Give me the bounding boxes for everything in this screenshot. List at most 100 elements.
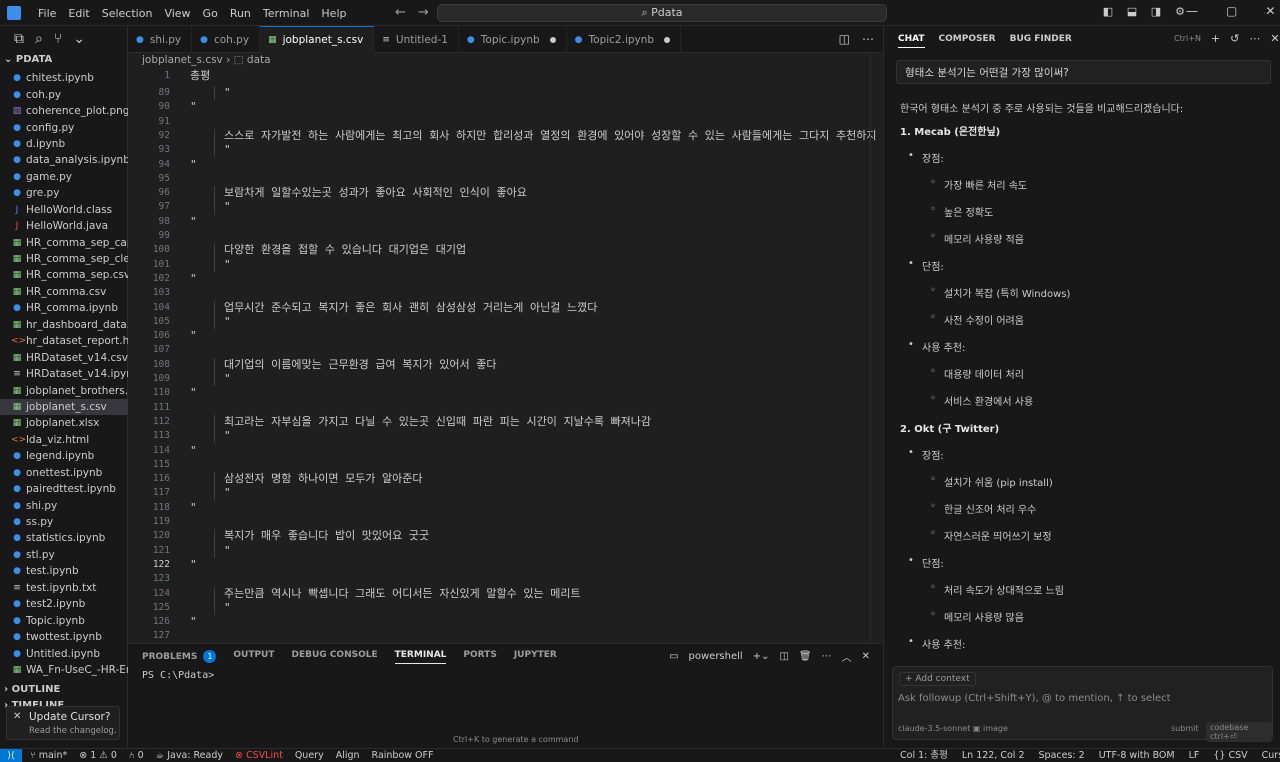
explorer-file-item[interactable]: ≡ test.ipynb.txt xyxy=(0,580,128,596)
maximize-icon[interactable]: ▢ xyxy=(1226,4,1237,18)
explorer-file-item[interactable]: ● gre.py xyxy=(0,185,128,201)
close-window-icon[interactable]: ✕ xyxy=(1265,4,1275,18)
explorer-file-item[interactable]: ▦ HRDataset_v14.csv xyxy=(0,349,128,365)
explorer-file-item[interactable]: ▦ jobplanet.xlsx xyxy=(0,415,128,431)
search-view-icon[interactable]: ⌕ xyxy=(35,31,43,47)
new-chat-plus-icon[interactable]: + xyxy=(1211,32,1220,45)
tab-bug-finder[interactable]: BUG FINDER xyxy=(1010,34,1072,48)
user-question[interactable]: 형태소 분석기는 어떤걸 가장 많이써? xyxy=(896,60,1271,84)
editor-tab[interactable]: ≡ Untitled-1 xyxy=(374,26,459,53)
menu-view[interactable]: View xyxy=(158,7,196,20)
explorer-file-item[interactable]: J HelloWorld.java xyxy=(0,218,128,234)
tab-chat[interactable]: CHAT xyxy=(898,34,925,48)
code-line[interactable]: 118 " xyxy=(128,501,882,515)
code-line[interactable]: 115 xyxy=(128,458,882,472)
model-selector[interactable]: claude-3.5-sonnet ▣ image xyxy=(898,724,1008,733)
explorer-root-header[interactable]: ⌄ PDATA xyxy=(0,54,128,68)
indentation-status[interactable]: Spaces: 2 xyxy=(1039,749,1085,762)
explorer-file-item[interactable]: ● config.py xyxy=(0,119,128,135)
trash-icon[interactable]: 🗑 xyxy=(799,651,812,662)
menu-go[interactable]: Go xyxy=(197,7,224,20)
toggle-panel-icon[interactable]: ⬓ xyxy=(1124,4,1140,20)
code-line[interactable]: 91 xyxy=(128,115,882,129)
code-line[interactable]: 93 " xyxy=(128,143,882,158)
split-editor-icon[interactable]: ◫ xyxy=(839,32,850,46)
chevron-down-icon[interactable]: ⌄ xyxy=(73,31,85,47)
java-status[interactable]: ☕ Java: Ready xyxy=(156,749,223,762)
explorer-file-item[interactable]: ≡ HRDataset_v14.ipynb.... xyxy=(0,366,128,382)
menu-help[interactable]: Help xyxy=(315,7,352,20)
tab-composer[interactable]: COMPOSER xyxy=(939,34,996,48)
split-terminal-icon[interactable]: ◫ xyxy=(779,651,788,662)
forward-arrow-icon[interactable]: → xyxy=(418,5,429,20)
encoding-status[interactable]: UTF-8 with BOM xyxy=(1099,749,1175,762)
explorer-file-item[interactable]: ● statistics.ipynb xyxy=(0,530,128,546)
editor-scrollbar[interactable] xyxy=(870,53,882,643)
explorer-file-item[interactable]: ▦ HR_comma.csv xyxy=(0,284,128,300)
code-line[interactable]: 94 " xyxy=(128,158,882,172)
back-arrow-icon[interactable]: ← xyxy=(395,5,406,20)
code-line[interactable]: 116 삼성전자 명함 하나이면 모두가 알아준다 xyxy=(128,472,882,487)
menu-run[interactable]: Run xyxy=(224,7,257,20)
minimize-icon[interactable]: — xyxy=(1186,4,1198,18)
source-control-icon[interactable]: ⑂ xyxy=(54,31,62,47)
code-line[interactable]: 106 " xyxy=(128,329,882,343)
maximize-panel-icon[interactable]: ︿ xyxy=(842,649,852,664)
editor-tab[interactable]: ● coh.py xyxy=(192,26,261,53)
code-line[interactable]: 119 xyxy=(128,515,882,529)
explorer-file-item[interactable]: ● twottest.ipynb xyxy=(0,629,128,645)
followup-input[interactable]: Ask followup (Ctrl+Shift+Y), @ to mentio… xyxy=(898,693,1171,704)
code-line[interactable]: 113 " xyxy=(128,429,882,444)
submit-button[interactable]: submit xyxy=(1171,724,1198,733)
toggle-sidebar-icon[interactable]: ◧ xyxy=(1100,4,1116,20)
menu-edit[interactable]: Edit xyxy=(62,7,95,20)
rainbow-toggle[interactable]: Rainbow OFF xyxy=(372,749,434,762)
explorer-file-item[interactable]: ● ss.py xyxy=(0,514,128,530)
tab-problems[interactable]: PROBLEMS 1 xyxy=(142,650,217,664)
update-toast[interactable]: ✕ Update Cursor? Read the changelog. xyxy=(6,706,120,740)
code-line[interactable]: 120 복지가 매우 좋습니다 밥이 맛있어요 굿굿 xyxy=(128,529,882,544)
ports-status[interactable]: ⑃ 0 xyxy=(129,749,144,762)
menu-selection[interactable]: Selection xyxy=(96,7,159,20)
close-chat-icon[interactable]: ✕ xyxy=(1270,32,1279,45)
breadcrumb-symbol[interactable]: data xyxy=(247,54,271,66)
close-icon[interactable]: ✕ xyxy=(13,711,21,722)
query-button[interactable]: Query xyxy=(295,749,324,762)
explorer-file-item[interactable]: ● test.ipynb xyxy=(0,563,128,579)
editor-tab[interactable]: ● Topic2.ipynb xyxy=(567,26,682,53)
problems-status[interactable]: ⊗ 1 ⚠ 0 xyxy=(79,749,117,762)
explorer-file-item[interactable]: ● shi.py xyxy=(0,497,128,513)
explorer-file-item[interactable]: ● stl.py xyxy=(0,547,128,563)
code-line[interactable]: 100 다양한 환경을 접할 수 있습니다 대기업은 대기업 xyxy=(128,243,882,258)
code-line[interactable]: 95 xyxy=(128,172,882,186)
code-line[interactable]: 89 " xyxy=(128,86,882,101)
new-terminal-icon[interactable]: +⌄ xyxy=(753,651,770,662)
code-line[interactable]: 103 xyxy=(128,286,882,300)
branch-status[interactable]: ⑂ main* xyxy=(30,749,67,762)
outline-section[interactable]: › OUTLINE xyxy=(0,684,128,700)
cursor-tab-status[interactable]: Cursor Tab xyxy=(1262,749,1280,762)
add-context-button[interactable]: + Add context xyxy=(899,672,976,686)
code-line[interactable]: 121 " xyxy=(128,543,882,558)
explorer-files-icon[interactable]: ⧉ xyxy=(14,31,24,47)
language-mode[interactable]: {} CSV xyxy=(1213,749,1247,762)
editor-tab[interactable]: ● Topic.ipynb xyxy=(459,26,567,53)
tab-terminal[interactable]: TERMINAL xyxy=(394,650,447,664)
code-line[interactable]: 126 " xyxy=(128,615,882,629)
explorer-file-item[interactable]: J HelloWorld.class xyxy=(0,202,128,218)
code-line[interactable]: 104 업무시간 준수되고 복지가 좋은 회사 괜히 삼성삼성 거리는게 아닌걸 … xyxy=(128,300,882,315)
code-line[interactable]: 111 xyxy=(128,401,882,415)
more-actions-icon[interactable]: ⋯ xyxy=(862,32,874,46)
tab-output[interactable]: OUTPUT xyxy=(233,650,274,664)
explorer-file-item[interactable]: ● legend.ipynb xyxy=(0,448,128,464)
code-line[interactable]: 124 주는만큼 역시나 빡셉니다 그래도 어디서든 자신있게 말할수 있는 메리… xyxy=(128,586,882,601)
explorer-file-item[interactable]: ● coh.py xyxy=(0,86,128,102)
explorer-file-item[interactable]: ● game.py xyxy=(0,169,128,185)
explorer-file-item[interactable]: ▦ HR_comma_sep_clean... xyxy=(0,251,128,267)
code-line[interactable]: 112 최고라는 자부심을 가지고 다닐 수 있는곳 신입때 파란 피는 시간이 … xyxy=(128,414,882,430)
explorer-file-item[interactable]: ● Untitled.ipynb xyxy=(0,645,128,661)
code-line[interactable]: 99 xyxy=(128,229,882,243)
menu-file[interactable]: File xyxy=(32,7,62,20)
explorer-file-item[interactable]: ● Topic.ipynb xyxy=(0,612,128,628)
column-status[interactable]: Col 1: 총평 xyxy=(900,749,948,762)
